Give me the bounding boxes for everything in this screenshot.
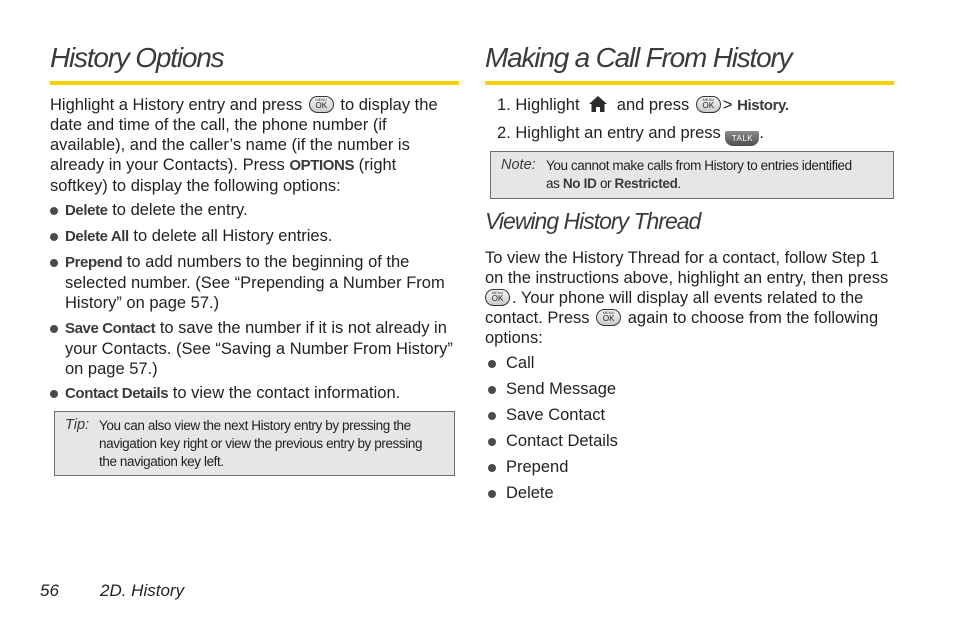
- bullet-icon: [50, 259, 58, 267]
- options-list: Delete to delete the entry. Delete All t…: [50, 200, 459, 409]
- thread-options-list: Call Send Message Save Contact Contact D…: [485, 353, 894, 509]
- section-title: History Options: [50, 42, 225, 73]
- bullet-icon: [50, 233, 58, 241]
- talk-key-icon: TALK: [725, 131, 760, 146]
- list-item: Prepend to add numbers to the beginning …: [50, 252, 459, 318]
- thread-paragraph: To view the History Thread for a contact…: [485, 249, 889, 347]
- list-item: Delete All to delete all History entries…: [50, 226, 459, 252]
- section-title: Making a Call From History: [485, 42, 793, 73]
- menu-ok-key-icon: MENU OK: [308, 96, 334, 113]
- list-item: Contact Details: [485, 431, 894, 457]
- list-item: Contact Details to view the contact info…: [50, 383, 459, 409]
- bullet-icon: [488, 386, 496, 394]
- steps-list: 1. Highlight and press MENU OK > History. …: [497, 95, 789, 151]
- section-name: 2D. History: [100, 581, 185, 600]
- list-item: Prepend: [485, 457, 894, 483]
- note-box: Note: You cannot make calls from History…: [490, 151, 894, 199]
- intro-paragraph: Highlight a History entry and press MENU…: [50, 96, 438, 195]
- bullet-icon: [488, 438, 496, 446]
- bullet-icon: [488, 360, 496, 368]
- tip-box: Tip: You can also view the next History …: [54, 411, 455, 476]
- menu-ok-key-icon: MENU OK: [485, 289, 510, 306]
- bullet-icon: [50, 325, 58, 333]
- title-rule: [485, 81, 894, 85]
- menu-ok-key-icon: MENU OK: [695, 96, 721, 113]
- list-item: Save Contact to save the number if it is…: [50, 318, 459, 383]
- step-item: 2. Highlight an entry and press TALK.: [497, 123, 789, 151]
- bullet-icon: [488, 464, 496, 472]
- title-rule: [50, 81, 459, 85]
- bullet-icon: [50, 390, 58, 398]
- list-item: Send Message: [485, 379, 894, 405]
- home-icon: [589, 96, 608, 112]
- list-item: Call: [485, 353, 894, 379]
- menu-ok-key-icon: MENU OK: [596, 309, 622, 326]
- list-item: Delete: [485, 483, 894, 509]
- bullet-icon: [488, 412, 496, 420]
- page-number: 56: [40, 581, 59, 600]
- list-item: Delete to delete the entry.: [50, 200, 459, 226]
- bullet-icon: [50, 207, 58, 215]
- list-item: Save Contact: [485, 405, 894, 431]
- subsection-title: Viewing History Thread: [485, 208, 701, 234]
- bullet-icon: [488, 490, 496, 498]
- step-item: 1. Highlight and press MENU OK > History.: [497, 96, 789, 114]
